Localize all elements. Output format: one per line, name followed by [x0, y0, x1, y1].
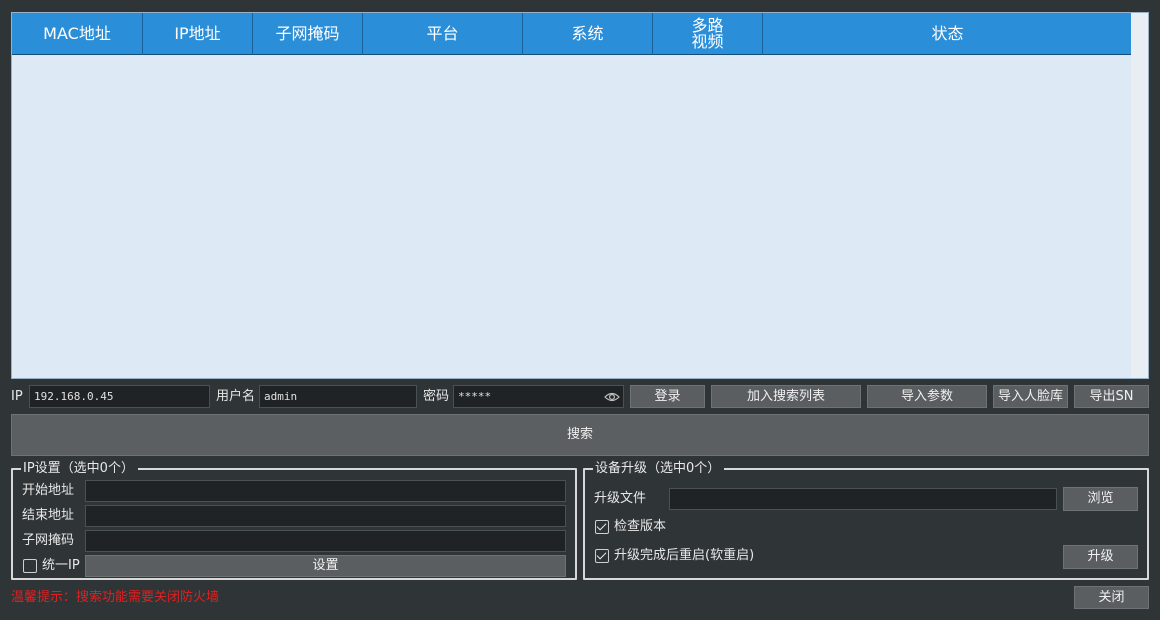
password-label: 密码 — [423, 389, 450, 404]
column-header-ip[interactable]: IP地址 — [143, 13, 253, 55]
ip-settings-title: IP设置（选中0个） — [21, 461, 138, 477]
column-header-system[interactable]: 系统 — [523, 13, 653, 55]
ip-settings-group: IP设置（选中0个） 开始地址 结束地址 子网掩码 统一IP 设置 — [11, 461, 577, 580]
password-value: ***** — [458, 390, 492, 403]
password-input[interactable]: ***** — [453, 385, 624, 408]
unify-ip-checkbox[interactable] — [23, 559, 37, 573]
import-params-button[interactable]: 导入参数 — [867, 385, 987, 408]
upgrade-file-input[interactable] — [669, 488, 1057, 510]
reboot-after-upgrade-checkbox[interactable] — [595, 549, 609, 563]
table-header: MAC地址 IP地址 子网掩码 平台 系统 多路 视频 状态 — [12, 13, 1133, 55]
firewall-warning: 温馨提示：搜索功能需要关闭防火墙 — [11, 590, 220, 605]
login-row: IP 192.168.0.45 用户名 admin 密码 ***** 登录 加入… — [11, 385, 1149, 408]
export-sn-button[interactable]: 导出SN — [1074, 385, 1149, 408]
unify-ip-label[interactable]: 统一IP — [42, 555, 80, 577]
import-face-db-button[interactable]: 导入人脸库 — [993, 385, 1068, 408]
browse-button[interactable]: 浏览 — [1063, 487, 1138, 511]
start-address-label: 开始地址 — [22, 483, 75, 498]
add-to-search-list-button[interactable]: 加入搜索列表 — [711, 385, 861, 408]
search-button[interactable]: 搜索 — [11, 414, 1149, 456]
reboot-after-upgrade-label[interactable]: 升级完成后重启(软重启) — [614, 545, 754, 567]
upgrade-file-label: 升级文件 — [594, 491, 647, 506]
column-header-platform[interactable]: 平台 — [363, 13, 523, 55]
subnet-mask-input[interactable] — [85, 530, 566, 552]
column-header-status[interactable]: 状态 — [763, 13, 1133, 55]
check-version-label[interactable]: 检查版本 — [614, 516, 666, 538]
ip-label: IP — [11, 389, 23, 404]
device-upgrade-title: 设备升级（选中0个） — [593, 461, 725, 477]
column-header-subnet-mask[interactable]: 子网掩码 — [253, 13, 363, 55]
set-ip-button[interactable]: 设置 — [85, 555, 566, 577]
device-table[interactable]: MAC地址 IP地址 子网掩码 平台 系统 多路 视频 状态 — [11, 12, 1149, 379]
login-button[interactable]: 登录 — [630, 385, 705, 408]
upgrade-button[interactable]: 升级 — [1063, 545, 1138, 569]
end-address-label: 结束地址 — [22, 508, 75, 523]
end-address-input[interactable] — [85, 505, 566, 527]
check-version-checkbox[interactable] — [595, 520, 609, 534]
column-header-multi-video[interactable]: 多路 视频 — [653, 13, 763, 55]
device-upgrade-group: 设备升级（选中0个） 升级文件 浏览 检查版本 升级完成后重启(软重启) 升级 — [583, 461, 1149, 580]
subnet-mask-label: 子网掩码 — [22, 533, 75, 548]
close-button[interactable]: 关闭 — [1074, 586, 1149, 609]
column-header-mac[interactable]: MAC地址 — [12, 13, 143, 55]
start-address-input[interactable] — [85, 480, 566, 502]
eye-icon[interactable] — [604, 390, 620, 404]
username-label: 用户名 — [216, 389, 256, 404]
username-input[interactable]: admin — [259, 385, 417, 408]
ip-input[interactable]: 192.168.0.45 — [29, 385, 210, 408]
table-scrollbar[interactable] — [1131, 13, 1148, 378]
